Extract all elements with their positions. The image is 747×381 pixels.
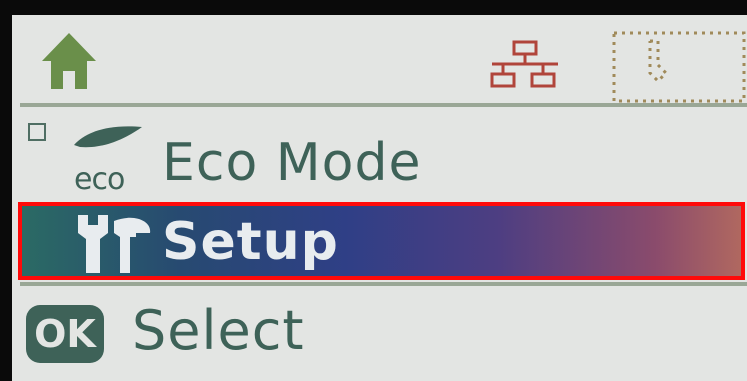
select-hint: Select [132, 299, 305, 362]
menu-item-eco-mode[interactable]: Eco Mode [162, 133, 421, 193]
lcd-screen: eco Eco Mode Setup OK Select [12, 15, 747, 381]
ok-button-icon[interactable]: OK [26, 305, 104, 363]
folder-icon [28, 123, 46, 141]
wrench-icon [78, 215, 151, 273]
eco-badge-text: eco [74, 162, 125, 197]
device-bezel: eco Eco Mode Setup OK Select [0, 0, 747, 381]
eco-leaf-icon [74, 126, 142, 148]
memory-card-icon [612, 31, 746, 103]
menu-item-setup[interactable]: Setup [18, 202, 745, 280]
divider-top [20, 103, 747, 107]
network-icon [490, 40, 558, 88]
home-icon[interactable] [40, 31, 98, 91]
divider-bottom [20, 282, 747, 286]
menu-item-setup-label: Setup [162, 212, 339, 272]
